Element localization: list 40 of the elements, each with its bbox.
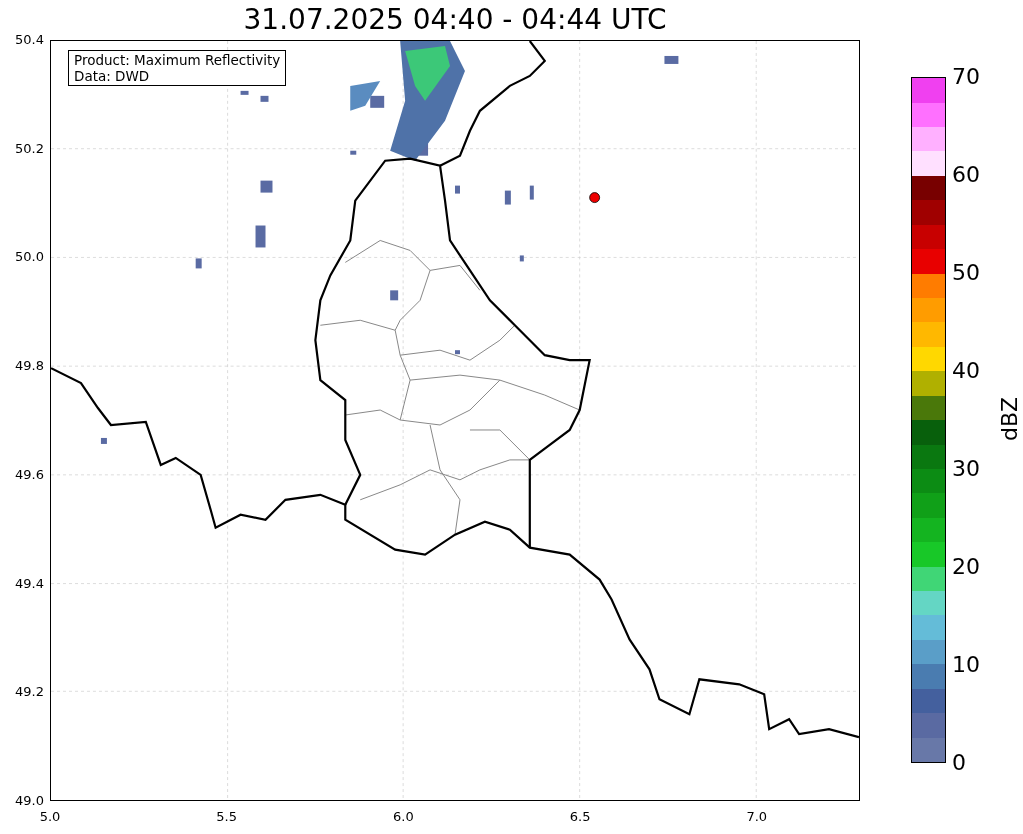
radar-echo xyxy=(519,255,524,262)
location-marker xyxy=(589,192,600,203)
radar-echo xyxy=(504,190,511,205)
x-tick-label: 6.0 xyxy=(392,808,415,826)
colorbar-tick-label: 20 xyxy=(952,554,980,580)
y-tick-label: 49.2 xyxy=(14,684,44,701)
colorbar-tick-label: 50 xyxy=(952,260,980,286)
x-tick-label: 7.0 xyxy=(745,808,769,826)
x-tick-label: 5.5 xyxy=(215,808,239,826)
colorbar-tick-label: 70 xyxy=(952,64,980,90)
radar-echo xyxy=(240,90,249,95)
y-tick-label: 49.8 xyxy=(14,358,44,375)
info-text: Product: Maximum Reflectivity xyxy=(74,52,281,68)
chart-title: 31.07.2025 04:40 - 04:44 UTC xyxy=(242,2,668,38)
radar-echo xyxy=(350,150,357,155)
x-tick-label: 5.0 xyxy=(38,808,62,826)
y-tick-label: 50.4 xyxy=(14,32,44,48)
radar-echo xyxy=(260,180,273,193)
y-tick-label: 49.4 xyxy=(14,575,44,592)
radar-echo xyxy=(529,185,534,200)
radar-echo xyxy=(255,225,266,248)
y-tick-label: 50.2 xyxy=(14,140,44,157)
radar-echo xyxy=(455,185,460,194)
y-tick-label: 49.6 xyxy=(14,466,44,483)
radar-echo xyxy=(664,55,679,64)
colorbar-tick-label: 40 xyxy=(952,358,980,384)
info-text: Data: DWD xyxy=(74,68,151,84)
colorbar-tick-label: 30 xyxy=(952,456,980,482)
colorbar-tick-label: 0 xyxy=(952,750,966,776)
radar-echo xyxy=(260,95,269,102)
y-tick-label: 49.0 xyxy=(14,793,44,809)
colorbar-tick-label: 60 xyxy=(952,162,980,188)
radar-echo xyxy=(390,290,399,301)
radar-echo xyxy=(195,258,202,269)
colorbar-label: dBZ xyxy=(997,396,1023,442)
x-tick-label: 6.5 xyxy=(568,808,592,826)
y-tick-label: 50.0 xyxy=(14,249,44,266)
radar-echo xyxy=(455,350,460,355)
radar-echo xyxy=(100,437,107,444)
colorbar-tick-label: 10 xyxy=(952,652,980,678)
